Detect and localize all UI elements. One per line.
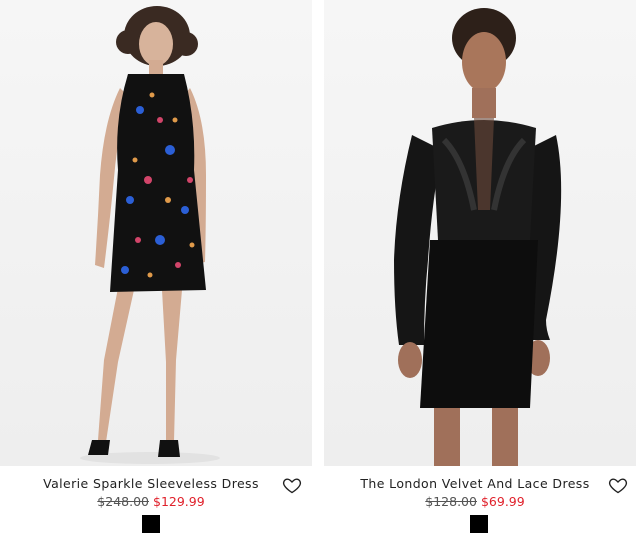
- heart-outline-icon[interactable]: [282, 475, 302, 495]
- sale-price: $69.99: [480, 494, 525, 509]
- sale-price: $129.99: [153, 494, 205, 509]
- original-price: $128.00: [425, 494, 477, 509]
- product-price: $128.00 $69.99: [324, 494, 626, 509]
- product-grid: Valerie Sparkle Sleeveless Dress $248.00…: [0, 0, 637, 550]
- original-price: $248.00: [97, 494, 149, 509]
- product-name[interactable]: Valerie Sparkle Sleeveless Dress: [0, 476, 302, 491]
- heart-outline-icon[interactable]: [608, 475, 628, 495]
- color-swatch-black[interactable]: [142, 515, 160, 533]
- product-card-valerie[interactable]: Valerie Sparkle Sleeveless Dress $248.00…: [0, 0, 312, 550]
- color-swatch-black[interactable]: [470, 515, 488, 533]
- model-velvet-lace-dress-illustration: [394, 8, 562, 466]
- product-image[interactable]: [0, 0, 312, 466]
- model-sparkle-dress-illustration: [80, 6, 220, 464]
- product-image[interactable]: [324, 0, 636, 466]
- product-price: $248.00 $129.99: [0, 494, 302, 509]
- product-card-london[interactable]: The London Velvet And Lace Dress $128.00…: [324, 0, 636, 550]
- product-name[interactable]: The London Velvet And Lace Dress: [324, 476, 626, 491]
